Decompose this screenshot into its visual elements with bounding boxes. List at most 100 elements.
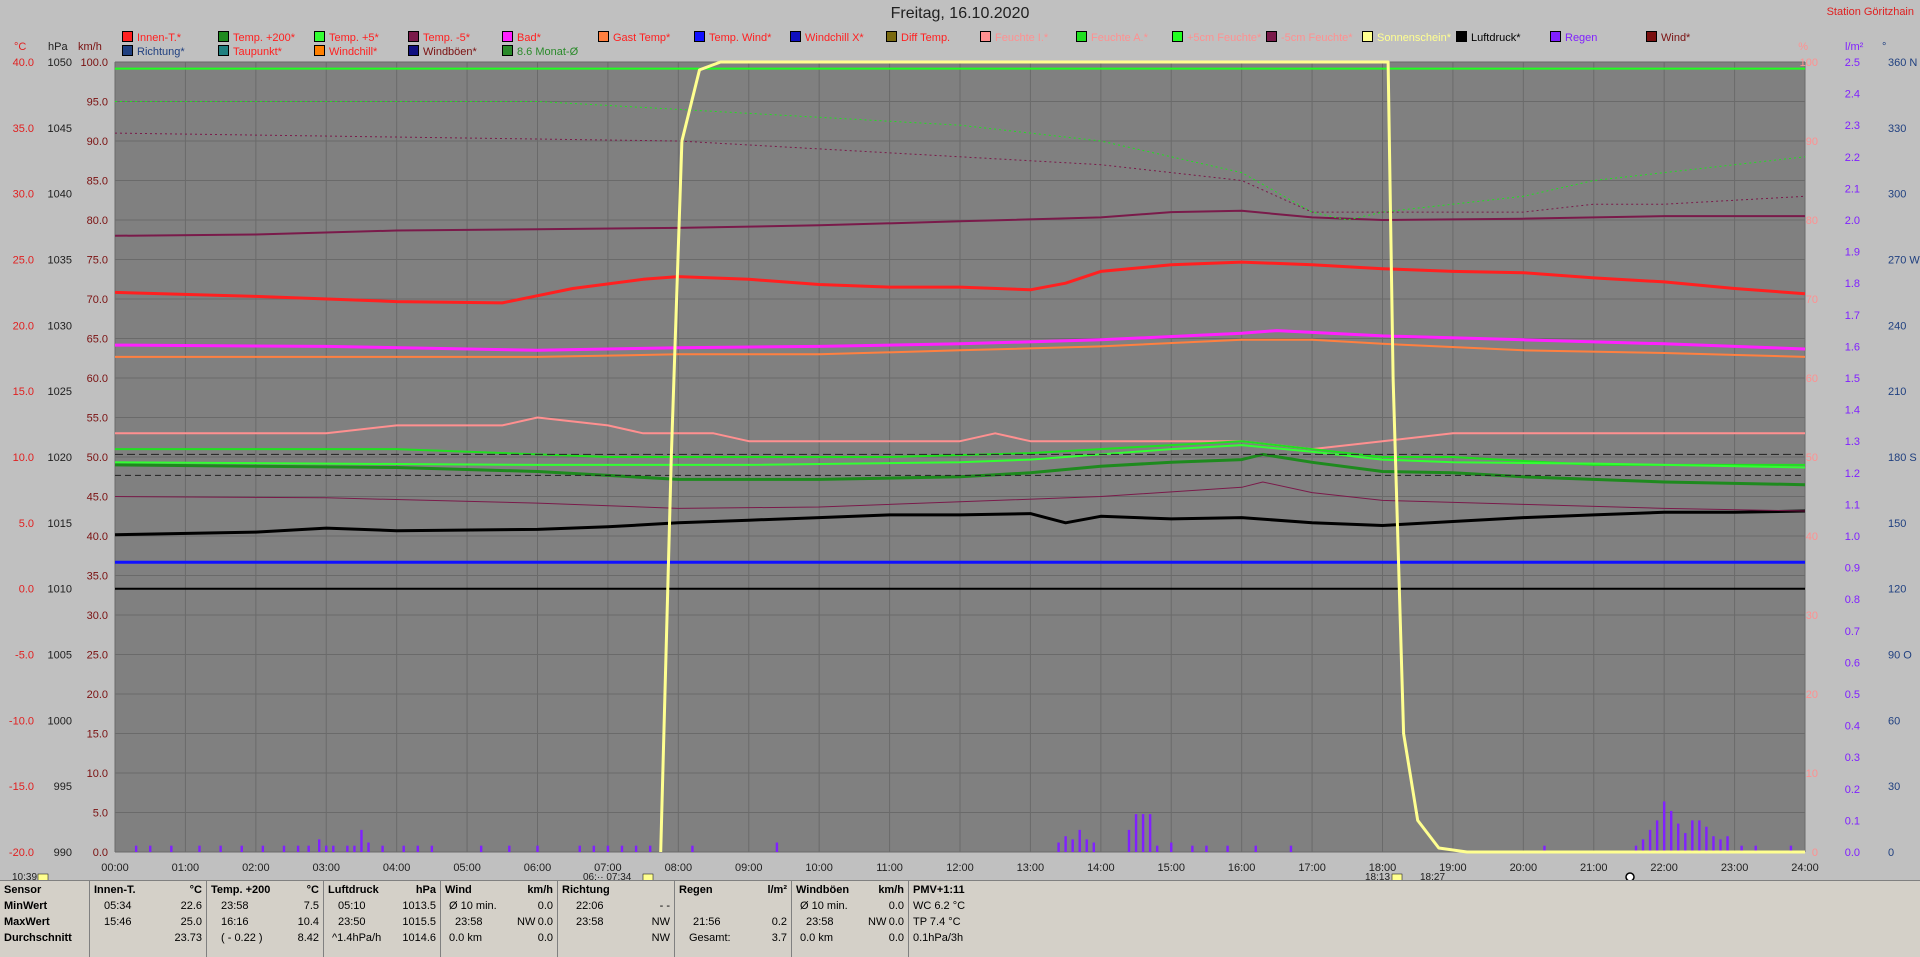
rain-bar <box>775 842 779 852</box>
legend-label: Wind* <box>1661 32 1691 44</box>
legend-item: Windchill* <box>314 45 377 59</box>
pressure-axis-unit: hPa <box>48 41 68 53</box>
rain-tick-label: 1.3 <box>1845 436 1860 448</box>
rain-tick-label: 1.9 <box>1845 247 1860 259</box>
legend-item: Temp. +5* <box>314 31 379 45</box>
richtung-min-dir: - - <box>659 900 670 912</box>
wind-avg: 0.0 <box>537 932 553 944</box>
dir-tick-label: 120 <box>1888 584 1906 596</box>
boeen-avg: 0.0 <box>888 932 904 944</box>
luftdruck-head: Luftdruck <box>328 884 379 896</box>
legend-swatch <box>1550 31 1561 42</box>
rain-tick-label: 1.6 <box>1845 341 1860 353</box>
rain-tick-label: 0.4 <box>1845 721 1860 733</box>
rain-tick-label: 2.3 <box>1845 120 1860 132</box>
rain-axis-unit: l/m² <box>1845 41 1864 53</box>
boeen-head: Windböen <box>796 884 850 896</box>
rain-bar <box>1662 801 1666 852</box>
rain-bar <box>346 845 349 852</box>
percent-tick-label: 90 <box>1806 136 1818 148</box>
time-tick-label: 05:00 <box>453 862 481 874</box>
legend-swatch <box>790 31 801 42</box>
speed-tick-label: 80.0 <box>87 215 108 227</box>
rain-bar <box>1191 845 1194 852</box>
innen-avg: 23.73 <box>174 932 202 944</box>
rain-bar <box>1691 820 1694 852</box>
temp-tick-label: 35.0 <box>13 123 34 135</box>
innen-max-time: 15:46 <box>104 916 132 928</box>
rain-tick-label: 0.2 <box>1845 784 1860 796</box>
rain-bar <box>381 845 384 852</box>
regen-max-time: 21:56 <box>693 916 721 928</box>
temp-tick-label: -5.0 <box>15 650 34 662</box>
percent-tick-label: 80 <box>1806 215 1818 227</box>
rain-bar <box>430 845 434 852</box>
rain-bar <box>219 845 222 852</box>
legend-label: Innen-T.* <box>137 32 182 44</box>
richtung-avg-dir: NW <box>651 932 670 944</box>
time-tick-label: 12:00 <box>946 862 974 874</box>
rain-bar <box>1670 810 1673 852</box>
rain-bar <box>261 845 265 852</box>
speed-tick-label: 95.0 <box>87 97 108 109</box>
speed-tick-label: 45.0 <box>87 492 108 504</box>
time-tick-label: 23:00 <box>1721 862 1749 874</box>
rain-bar <box>606 845 610 852</box>
pressure-tick-label: 1040 <box>48 189 72 201</box>
legend-swatch <box>598 31 609 42</box>
temp-axis-unit: °C <box>14 41 26 53</box>
rain-bar <box>1712 836 1715 852</box>
legend-label: Sonnenschein* <box>1377 32 1452 44</box>
time-tick-label: 02:00 <box>242 862 270 874</box>
legend-swatch <box>314 45 325 56</box>
regen-total-label: Gesamt: <box>689 932 731 944</box>
legend-swatch <box>1266 31 1277 42</box>
wind-head: Wind <box>445 884 472 896</box>
rain-bar <box>1648 829 1652 852</box>
rain-bar <box>332 845 335 852</box>
temp200-min-val: 7.5 <box>303 900 319 912</box>
rain-tick-label: 0.1 <box>1845 815 1860 827</box>
legend-swatch <box>502 45 513 56</box>
richtung-head: Richtung <box>562 884 610 896</box>
luftdruck-min-val: 1013.5 <box>402 900 436 912</box>
rain-bar <box>536 845 539 852</box>
temp200-min-time: 23:58 <box>221 900 249 912</box>
rain-bar <box>1254 845 1257 852</box>
pmv-head: PMV+1:11 <box>913 884 965 896</box>
speed-tick-label: 100.0 <box>80 57 108 69</box>
time-tick-label: 11:00 <box>876 862 903 874</box>
legend-label: Feuchte A.* <box>1091 32 1148 44</box>
richtung-max-dir: NW <box>651 916 670 928</box>
chart-area: °C hPa km/h% l/m² ° 40.0 35.0 30.0 25.0 20.0 15.0 1… <box>0 0 1920 880</box>
legend-label: Temp. Wind* <box>709 32 772 44</box>
legend-swatch <box>980 31 991 42</box>
legend-label: Feuchte I.* <box>995 32 1049 44</box>
luftdruck-max-val: 1015.5 <box>402 916 436 928</box>
temp-tick-label: 10.0 <box>13 452 34 464</box>
time-tick-label: 13:00 <box>1017 862 1045 874</box>
time-tick-label: 01:00 <box>172 862 200 874</box>
rain-bar <box>367 842 370 852</box>
legend-swatch <box>1646 31 1657 42</box>
dir-tick-label: 300 <box>1888 189 1906 201</box>
legend-item: Luftdruck* <box>1456 31 1521 45</box>
boeen-avg10-label: Ø 10 min. <box>800 900 848 912</box>
rain-bar <box>1655 820 1659 852</box>
speed-tick-label: 20.0 <box>87 689 108 701</box>
richtung-min-time: 22:06 <box>576 900 604 912</box>
time-tick-label: 03:00 <box>312 862 340 874</box>
legend-label: Richtung* <box>137 46 185 58</box>
legend-item: Gast Temp* <box>598 31 670 45</box>
legend-swatch <box>502 31 513 42</box>
temp-tick-label: 40.0 <box>13 57 34 69</box>
percent-axis-unit: % <box>1798 41 1808 53</box>
legend-label: Temp. +200* <box>233 32 296 44</box>
dir-tick-label: 360 N <box>1888 57 1917 69</box>
pressure-tick-label: 1025 <box>48 386 72 398</box>
speed-tick-label: 15.0 <box>87 729 108 741</box>
legend-item: Feuchte I.* <box>980 31 1048 45</box>
pressure-tick-label: 995 <box>54 781 72 793</box>
rain-bar <box>648 845 652 852</box>
legend-swatch <box>122 45 133 56</box>
